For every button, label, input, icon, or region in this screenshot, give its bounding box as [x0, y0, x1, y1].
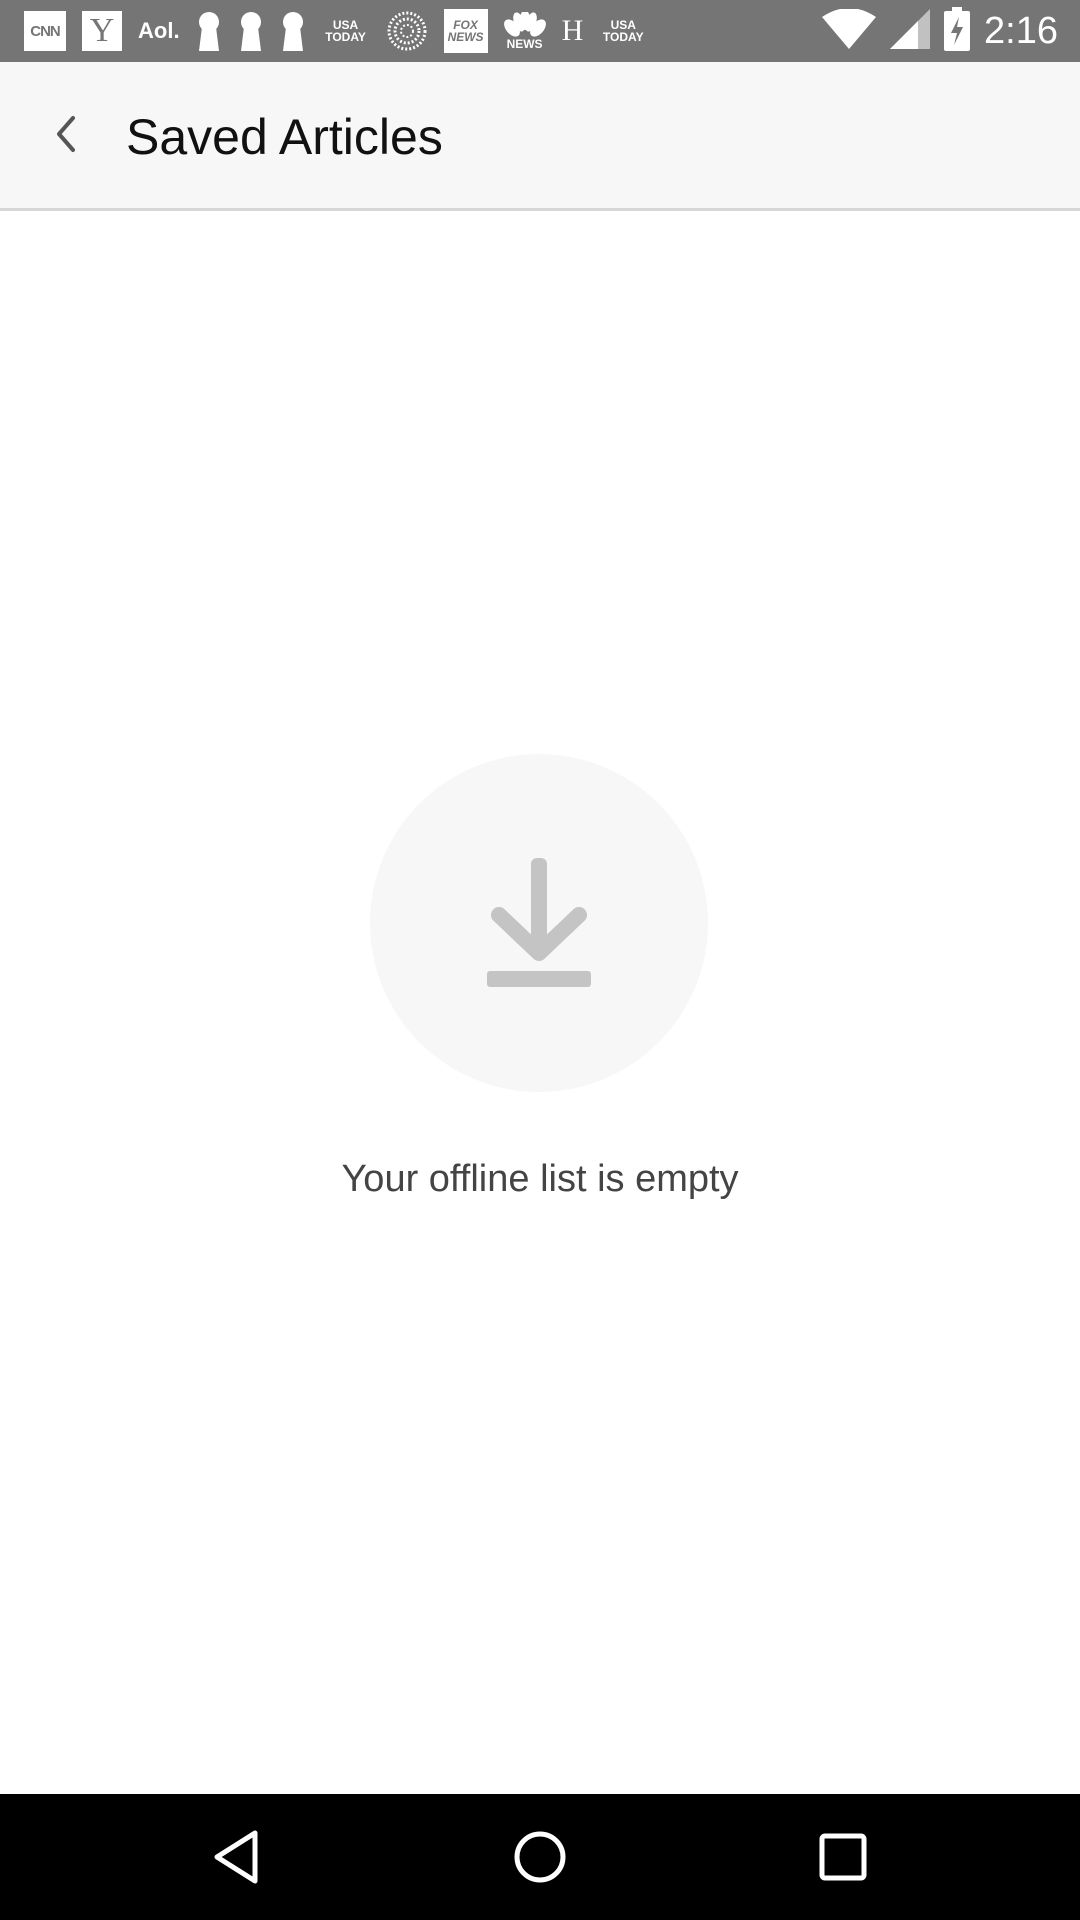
signal-icon	[890, 8, 931, 54]
dotted-circle-icon	[386, 8, 428, 54]
empty-state-illustration	[370, 754, 708, 1092]
navigation-bar	[0, 1794, 1080, 1920]
download-icon	[487, 858, 591, 987]
usa-today-icon: USA TODAY	[602, 18, 644, 44]
nav-back-button[interactable]	[196, 1817, 276, 1897]
keyhole-icon	[196, 8, 222, 54]
status-bar: CNN Y Aol. USA TODAY FOX NEWS NEWS H USA…	[0, 0, 1080, 62]
nav-home-button[interactable]	[500, 1817, 580, 1897]
notification-icons: CNN Y Aol. USA TODAY FOX NEWS NEWS H USA…	[24, 8, 647, 54]
keyhole-icon	[238, 8, 264, 54]
system-icons: 2:16	[822, 0, 1058, 62]
h-icon: H	[561, 14, 584, 47]
battery-charging-icon	[944, 6, 971, 56]
circle-home-icon	[514, 1831, 566, 1883]
nbc-news-icon: NEWS	[503, 8, 546, 54]
usa-today-icon: USA TODAY	[325, 18, 366, 44]
aol-icon: Aol.	[138, 18, 180, 43]
fox-news-icon: FOX NEWS	[443, 9, 488, 53]
cnn-icon: CNN	[24, 11, 66, 51]
square-recents-icon	[819, 1833, 867, 1881]
yahoo-icon: Y	[82, 11, 122, 51]
back-button[interactable]	[36, 104, 96, 164]
chevron-left-icon	[57, 116, 75, 152]
page-title: Saved Articles	[126, 109, 443, 165]
wifi-icon	[822, 7, 877, 54]
keyhole-icon	[280, 8, 306, 54]
empty-state-message: Your offline list is empty	[341, 1158, 739, 1200]
clock: 2:16	[984, 9, 1058, 52]
app-bar: Saved Articles	[0, 62, 1080, 211]
triangle-back-icon	[214, 1830, 258, 1884]
nav-recents-button[interactable]	[803, 1817, 883, 1897]
